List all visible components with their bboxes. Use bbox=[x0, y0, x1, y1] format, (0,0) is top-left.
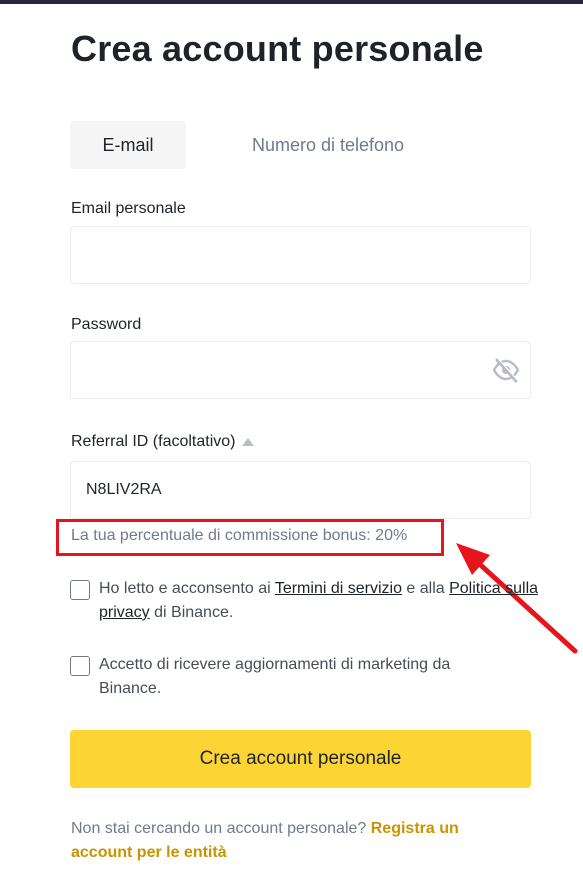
footer-question: Non stai cercando un account personale? bbox=[71, 820, 371, 837]
tab-email[interactable]: E-mail bbox=[70, 121, 186, 169]
email-field-wrapper bbox=[70, 226, 531, 284]
terms-text: Ho letto e acconsento ai Termini di serv… bbox=[99, 577, 539, 625]
marketing-text: Accetto di ricevere aggiornamenti di mar… bbox=[99, 656, 451, 697]
tab-phone-number[interactable]: Numero di telefono bbox=[233, 121, 423, 169]
referral-label-text: Referral ID (facoltativo) bbox=[71, 433, 236, 451]
password-label: Password bbox=[71, 316, 142, 333]
password-field-wrapper bbox=[70, 341, 531, 399]
footer-text: Non stai cercando un account personale? … bbox=[71, 817, 511, 865]
terms-checkbox[interactable] bbox=[70, 580, 90, 600]
caret-up-icon[interactable] bbox=[241, 433, 254, 451]
top-bar bbox=[0, 0, 583, 4]
email-field[interactable] bbox=[86, 227, 486, 283]
highlight-box bbox=[56, 519, 444, 556]
terms-of-service-link[interactable]: Termini di servizio bbox=[275, 580, 402, 597]
create-account-button[interactable]: Crea account personale bbox=[70, 730, 531, 788]
referral-field-wrapper bbox=[70, 461, 531, 519]
referral-id-field[interactable] bbox=[86, 462, 486, 518]
marketing-checkbox[interactable] bbox=[70, 656, 90, 676]
terms-suffix: di Binance. bbox=[149, 604, 234, 621]
terms-prefix: Ho letto e acconsento ai bbox=[99, 580, 275, 597]
referral-label[interactable]: Referral ID (facoltativo) bbox=[71, 433, 254, 451]
email-label: Email personale bbox=[71, 200, 186, 217]
password-field[interactable] bbox=[86, 342, 486, 398]
page-title: Crea account personale bbox=[71, 28, 484, 69]
eye-hidden-icon[interactable] bbox=[492, 357, 520, 383]
terms-middle: e alla bbox=[401, 580, 450, 597]
